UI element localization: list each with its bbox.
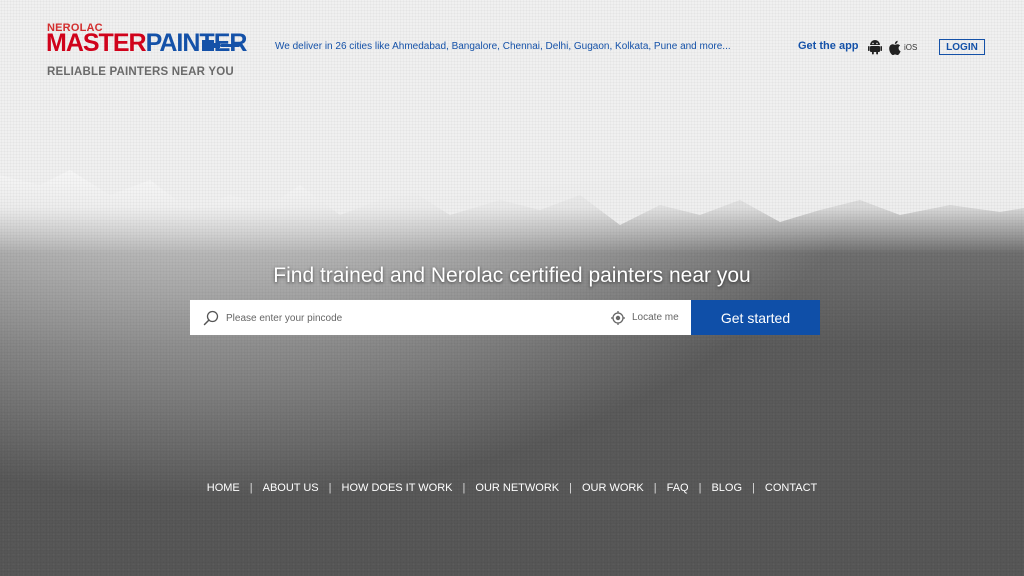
logo-master: MASTER (46, 29, 147, 57)
hero-title: Find trained and Nerolac certified paint… (273, 264, 751, 287)
apple-icon[interactable] (888, 40, 901, 55)
login-button[interactable]: LOGIN (939, 39, 985, 55)
pincode-search-box: Locate me (190, 300, 691, 337)
nav-separator: | (462, 482, 466, 494)
nav-about-us[interactable]: ABOUT US (263, 482, 319, 494)
nav-separator: | (328, 482, 332, 494)
android-icon[interactable] (868, 39, 882, 55)
nav-contact[interactable]: CONTACT (765, 482, 817, 494)
site-logo[interactable]: NEROLAC MASTERPAINTER RELIABLE PAINTERS … (46, 22, 247, 82)
logo-tagline: RELIABLE PAINTERS NEAR YOU (47, 66, 234, 78)
nav-our-work[interactable]: OUR WORK (582, 482, 644, 494)
get-started-button[interactable]: Get started (691, 300, 820, 335)
footer-nav: HOME | ABOUT US | HOW DOES IT WORK | OUR NETWO… (0, 482, 1024, 494)
get-app-label: Get the app (798, 40, 859, 52)
nav-blog[interactable]: BLOG (711, 482, 742, 494)
app-store-links: iOS (868, 38, 917, 56)
nav-faq[interactable]: FAQ (667, 482, 689, 494)
nav-our-network[interactable]: OUR NETWORK (475, 482, 559, 494)
nav-separator: | (752, 482, 755, 494)
nav-separator: | (249, 482, 253, 494)
pincode-input[interactable] (224, 300, 588, 337)
brush-icon (202, 40, 240, 51)
locate-me-label: Locate me (632, 312, 679, 323)
locate-icon (611, 310, 625, 325)
search-icon (203, 310, 219, 326)
delivery-cities-text[interactable]: We deliver in 26 cities like Ahmedabad, … (275, 41, 731, 52)
top-bar: NEROLAC MASTERPAINTER RELIABLE PAINTERS … (0, 0, 1024, 90)
nav-how-does-it-work[interactable]: HOW DOES IT WORK (342, 482, 453, 494)
locate-me-button[interactable]: Locate me (611, 300, 679, 335)
nav-separator: | (698, 482, 702, 494)
nav-separator: | (653, 482, 657, 494)
nav-home[interactable]: HOME (207, 482, 240, 494)
ios-label: iOS (904, 42, 918, 52)
nav-separator: | (569, 482, 572, 494)
